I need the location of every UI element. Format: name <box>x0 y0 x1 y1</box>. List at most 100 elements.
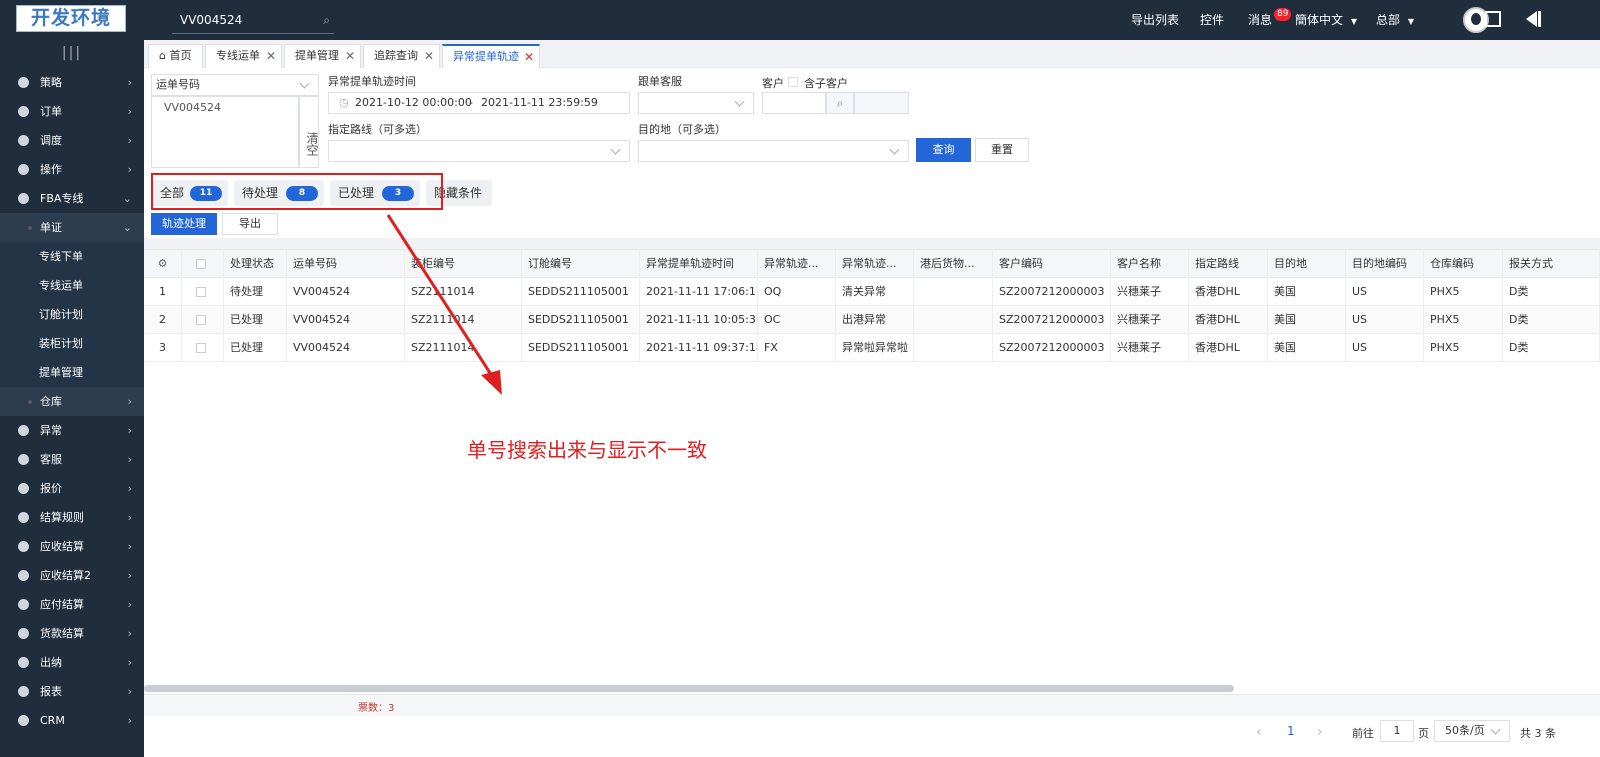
table-row[interactable]: 3 已处理 VV004524 SZ2111014 SEDDS211105001 … <box>144 334 1600 362</box>
time-range-picker[interactable]: ◷ 2021-10-12 00:00:00 - 2021-11-11 23:59… <box>328 92 630 114</box>
tab-exception-bl-track[interactable]: 异常提单轨迹 ✕ <box>442 44 540 68</box>
sidebar-item-payment[interactable]: 货款结算 › <box>0 619 144 648</box>
column-header[interactable]: 仓库编码 <box>1424 250 1503 278</box>
sidebar-item-crm[interactable]: CRM › <box>0 706 144 735</box>
sidebar-item-fba[interactable]: FBA专线 ⌄ <box>0 184 144 213</box>
table-row[interactable]: 1 待处理 VV004524 SZ2111014 SEDDS211105001 … <box>144 278 1600 306</box>
page-unit-label: 页 <box>1418 727 1429 740</box>
coins-icon <box>18 541 29 552</box>
column-header[interactable]: 目的地编码 <box>1346 250 1424 278</box>
sidebar-item-warehouse[interactable]: 仓库 › <box>0 387 144 416</box>
sidebar-item-receivable2[interactable]: 应收结算2 › <box>0 561 144 590</box>
sidebar-item-documents[interactable]: 单证 ⌄ <box>0 213 144 242</box>
controls-link[interactable]: 控件 <box>1200 0 1224 40</box>
sidebar-toggle[interactable]: ||| <box>0 40 144 68</box>
sidebar-item-cashier[interactable]: 出纳 › <box>0 648 144 677</box>
sidebar-item-payable[interactable]: 应付结算 › <box>0 590 144 619</box>
sidebar-item-operations[interactable]: 操作 › <box>0 155 144 184</box>
export-list-link[interactable]: 导出列表 <box>1131 0 1179 40</box>
tab-bl-management[interactable]: 提单管理 ✕ <box>284 44 361 68</box>
column-header[interactable]: 异常轨迹... <box>758 250 836 278</box>
column-header[interactable]: 客户名称 <box>1111 250 1189 278</box>
global-search-input[interactable] <box>172 8 312 32</box>
column-header[interactable]: 报关方式 <box>1503 250 1600 278</box>
sidebar-item-dispatch[interactable]: 调度 › <box>0 126 144 155</box>
language-select[interactable]: 簡体中文 ▼ <box>1295 0 1357 40</box>
column-header[interactable]: 处理状态 <box>224 250 287 278</box>
sidebar-item-label: 专线运单 <box>39 279 83 292</box>
column-header[interactable]: 订舱编号 <box>522 250 640 278</box>
sidebar-item-label: 操作 <box>40 163 62 176</box>
include-sub-checkbox[interactable] <box>788 77 798 87</box>
arrow-head <box>481 370 502 395</box>
row-checkbox[interactable] <box>196 315 206 325</box>
close-icon[interactable]: ✕ <box>424 45 434 67</box>
column-header[interactable]: 异常轨迹... <box>836 250 914 278</box>
sidebar-item-line-waybill[interactable]: 专线运单 <box>0 271 144 300</box>
tab-line-waybill[interactable]: 专线运单 ✕ <box>205 44 282 68</box>
sidebar-item-orders[interactable]: 订单 › <box>0 97 144 126</box>
prev-page-button[interactable]: ‹ <box>1256 724 1262 740</box>
follow-cs-select[interactable] <box>638 92 754 114</box>
clear-button[interactable]: 清空 <box>299 96 319 168</box>
goto-label: 前往 <box>1352 727 1374 740</box>
route-select[interactable] <box>328 140 630 162</box>
horizontal-scrollbar[interactable] <box>144 685 1234 692</box>
reset-button[interactable]: 重置 <box>975 138 1029 162</box>
table-cell: 香港DHL <box>1189 278 1268 306</box>
table-cell: 美国 <box>1268 306 1346 334</box>
goto-page-input[interactable]: 1 <box>1380 720 1414 742</box>
row-number: 2 <box>144 306 182 334</box>
chevron-right-icon: › <box>127 482 132 495</box>
search-icon[interactable]: ⌕ <box>826 92 854 114</box>
next-page-button[interactable]: › <box>1317 724 1323 740</box>
page-size-select[interactable]: 50条/页 <box>1434 720 1510 742</box>
column-header[interactable]: 客户编码 <box>993 250 1111 278</box>
sidebar-item-strategy[interactable]: 策略 › <box>0 68 144 97</box>
fullscreen-icon[interactable] <box>1485 11 1501 27</box>
sidebar-item-booking-plan[interactable]: 订舱计划 <box>0 300 144 329</box>
column-header[interactable]: 异常提单轨迹时间 <box>640 250 758 278</box>
column-header[interactable]: 港后货物... <box>914 250 993 278</box>
sidebar-item-quote[interactable]: 报价 › <box>0 474 144 503</box>
tab-tracking-query[interactable]: 追踪查询 ✕ <box>363 44 440 68</box>
sidebar-item-settlement-rules[interactable]: 结算规则 › <box>0 503 144 532</box>
chevron-down-icon: ⌄ <box>122 221 132 234</box>
select-all-checkbox[interactable] <box>196 259 206 269</box>
waybill-number-textarea[interactable]: VV004524 <box>151 96 299 168</box>
sidebar-item-customer-service[interactable]: 客服 › <box>0 445 144 474</box>
collapse-panel-icon[interactable] <box>1526 11 1537 27</box>
table-cell <box>914 278 993 306</box>
table-cell: 清关异常 <box>836 278 914 306</box>
close-icon[interactable]: ✕ <box>345 45 355 67</box>
page-number[interactable]: 1 <box>1287 724 1295 738</box>
gear-icon[interactable]: ⚙ <box>144 250 182 278</box>
sidebar-item-reports[interactable]: 报表 › <box>0 677 144 706</box>
tab-home[interactable]: ⌂ 首页 <box>148 44 203 68</box>
sidebar-item-loading-plan[interactable]: 装柜计划 <box>0 329 144 358</box>
export-button[interactable]: 导出 <box>222 213 278 235</box>
row-checkbox[interactable] <box>196 343 206 353</box>
sidebar-item-line-order[interactable]: 专线下单 <box>0 242 144 271</box>
chevron-right-icon: › <box>127 569 132 582</box>
org-select[interactable]: 总部 ▼ <box>1376 0 1414 40</box>
search-icon[interactable]: ⌕ <box>323 13 330 28</box>
sidebar-item-label: 装柜计划 <box>39 337 83 350</box>
column-header[interactable]: 目的地 <box>1268 250 1346 278</box>
query-button[interactable]: 查询 <box>916 138 971 162</box>
table-row[interactable]: 2 已处理 VV004524 SZ2111014 SEDDS211105001 … <box>144 306 1600 334</box>
sidebar-item-exception[interactable]: 异常 › <box>0 416 144 445</box>
close-icon[interactable]: ✕ <box>266 45 276 67</box>
track-process-button[interactable]: 轨迹处理 <box>151 213 217 235</box>
waybill-type-select[interactable]: 运单号码 <box>151 74 319 96</box>
customer-input[interactable] <box>762 92 826 114</box>
sidebar-item-label: CRM <box>40 714 65 727</box>
row-checkbox[interactable] <box>196 287 206 297</box>
close-icon[interactable]: ✕ <box>524 46 534 68</box>
sidebar-item-receivable[interactable]: 应收结算 › <box>0 532 144 561</box>
column-header[interactable]: 指定路线 <box>1189 250 1268 278</box>
destination-select[interactable] <box>638 140 909 162</box>
sidebar-item-bl-management[interactable]: 提单管理 <box>0 358 144 387</box>
messages-link[interactable]: 消息 89 <box>1248 0 1292 40</box>
user-icon <box>18 657 29 668</box>
